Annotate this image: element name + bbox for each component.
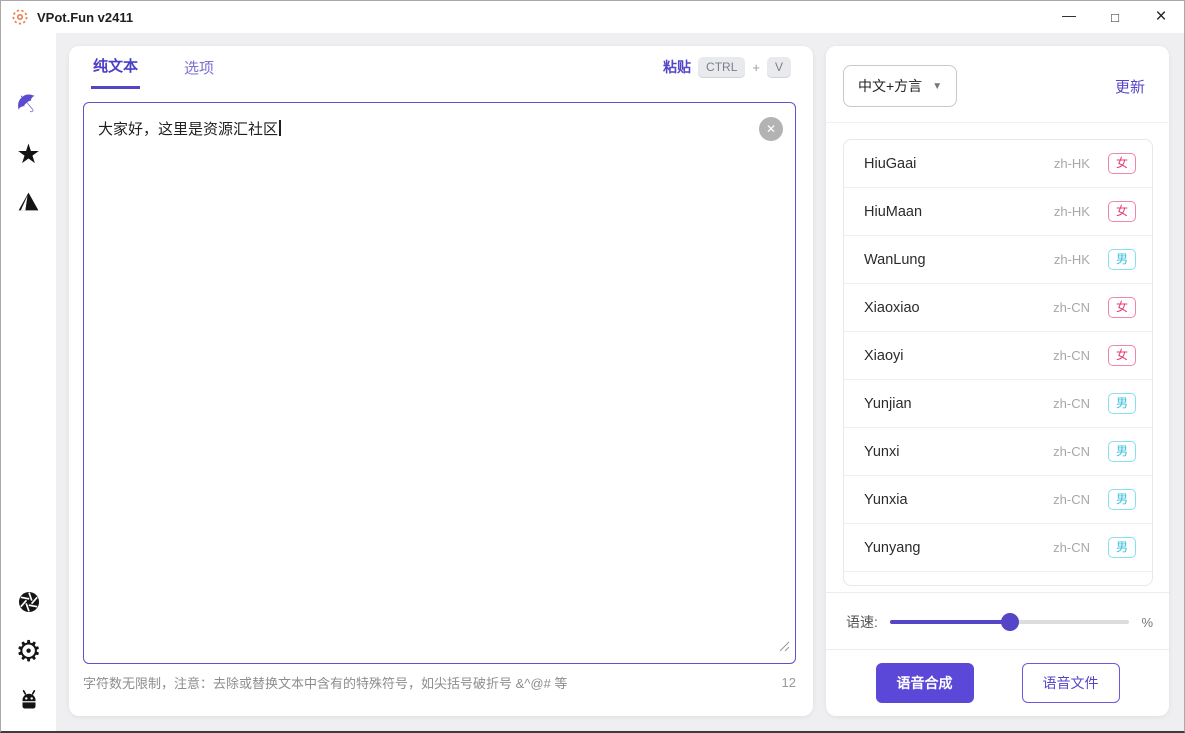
close-button[interactable]: × [1138,1,1184,33]
speed-label: 语速: [846,614,878,630]
window-title: VPot.Fun v2411 [37,9,134,25]
editor-panel: 纯文本 选项 粘贴 CTRL + V 大家好，这里是资源汇社区 ✕ 字符数无限制… [69,46,813,716]
voice-locale: zh-CN [1053,492,1090,507]
voice-locale: zh-HK [1053,204,1090,219]
left-sidebar: ☂ ★ ⚙ [1,33,56,731]
update-link[interactable]: 更新 [1115,76,1145,97]
maximize-button[interactable]: □ [1092,1,1138,33]
title-bar: VPot.Fun v2411 — □ × [1,1,1184,33]
speed-slider-thumb[interactable] [1000,613,1019,631]
star-icon[interactable]: ★ [1,141,56,168]
voice-locale: zh-CN [1053,540,1090,555]
editor-footer: 字符数无限制，注意：去除或替换文本中含有的特殊符号，如尖括号破折号 &^@# 等… [83,673,796,692]
voices-header: 中文+方言 ▼ 更新 [826,46,1169,123]
voice-name: Xiaoyi [864,347,904,364]
editor-tab-bar: 纯文本 选项 粘贴 CTRL + V [69,45,813,89]
text-caret [279,120,281,136]
voice-name: HiuGaai [864,155,917,172]
character-hint: 字符数无限制，注意：去除或替换文本中含有的特殊符号，如尖括号破折号 &^@# 等 [83,676,568,691]
speed-slider-fill [889,620,1010,624]
speed-control: 语速: % [846,602,1153,642]
divider [826,592,1169,593]
voice-name: Yunjian [864,395,912,412]
umbrella-icon[interactable]: ☂ [1,85,56,124]
voice-file-button[interactable]: 语音文件 [1021,662,1120,703]
voice-name: WanLung [864,251,926,268]
voice-locale: zh-CN [1053,444,1090,459]
voice-row-wanlung[interactable]: WanLung zh-HK 男 [844,236,1152,284]
voice-row-yunjian[interactable]: Yunjian zh-CN 男 [844,380,1152,428]
tab-options[interactable]: 选项 [182,47,216,88]
voice-row-xiaoyi[interactable]: Xiaoyi zh-CN 女 [844,332,1152,380]
speed-slider[interactable] [889,613,1130,631]
gender-badge: 男 [1107,392,1136,415]
v-keycap: V [766,57,791,77]
gender-badge: 女 [1107,296,1136,319]
voice-row-yunxi[interactable]: Yunxi zh-CN 男 [844,428,1152,476]
paste-shortcut-group: 粘贴 CTRL + V [663,57,791,77]
synthesize-button[interactable]: 语音合成 [875,662,974,703]
action-buttons: 语音合成 语音文件 [826,649,1169,716]
text-input-area[interactable]: 大家好，这里是资源汇社区 ✕ [83,102,796,664]
app-window: VPot.Fun v2411 — □ × ☂ ★ ⚙ 纯文本 选项 粘贴 CTR… [0,0,1185,733]
voice-row-yunyang[interactable]: Yunyang zh-CN 男 [844,524,1152,572]
language-filter-dropdown[interactable]: 中文+方言 ▼ [843,65,958,107]
gender-badge: 男 [1107,440,1136,463]
language-filter-value: 中文+方言 [858,78,923,94]
gender-badge: 男 [1107,536,1136,559]
ctrl-keycap: CTRL [698,57,746,77]
voice-row-hiumaan[interactable]: HiuMaan zh-HK 女 [844,188,1152,236]
voice-name: Yunyang [864,539,921,556]
voice-row-xiaoxiao[interactable]: Xiaoxiao zh-CN 女 [844,284,1152,332]
voice-name: Yunxi [864,443,900,460]
chevron-down-icon: ▼ [932,80,943,92]
gender-badge: 女 [1107,344,1136,367]
android-icon[interactable] [1,689,56,716]
resize-handle-icon[interactable] [779,637,790,660]
voice-row-yunxia[interactable]: Yunxia zh-CN 男 [844,476,1152,524]
gender-badge: 女 [1107,152,1136,175]
paste-button[interactable]: 粘贴 [663,57,691,77]
minimize-button[interactable]: — [1046,1,1092,33]
voice-locale: zh-CN [1053,396,1090,411]
voice-locale: zh-CN [1053,348,1090,363]
gender-badge: 女 [1107,200,1136,223]
voices-panel: 中文+方言 ▼ 更新 HiuGaai zh-HK 女 HiuMaan zh-HK… [826,46,1169,716]
gear-icon[interactable]: ⚙ [1,638,56,667]
character-count: 12 [781,675,796,690]
voice-row-hiugaai[interactable]: HiuGaai zh-HK 女 [844,140,1152,188]
voice-name: Xiaoxiao [864,299,920,316]
voice-locale: zh-HK [1053,156,1090,171]
voice-name: Yunxia [864,491,908,508]
voice-locale: zh-CN [1053,300,1090,315]
gender-badge: 男 [1107,248,1136,271]
tab-plain-text[interactable]: 纯文本 [91,45,141,89]
plus-separator: + [752,59,760,75]
voice-list: HiuGaai zh-HK 女 HiuMaan zh-HK 女 WanLung … [843,139,1153,586]
voice-locale: zh-HK [1053,252,1090,267]
mountain-icon[interactable] [1,190,56,218]
gender-badge: 男 [1107,488,1136,511]
app-logo-icon [11,8,29,26]
aperture-icon[interactable] [1,590,56,619]
speed-unit: % [1141,614,1153,630]
input-text: 大家好，这里是资源汇社区 [98,121,279,138]
voice-name: HiuMaan [864,203,923,220]
clear-text-icon[interactable]: ✕ [759,117,783,141]
